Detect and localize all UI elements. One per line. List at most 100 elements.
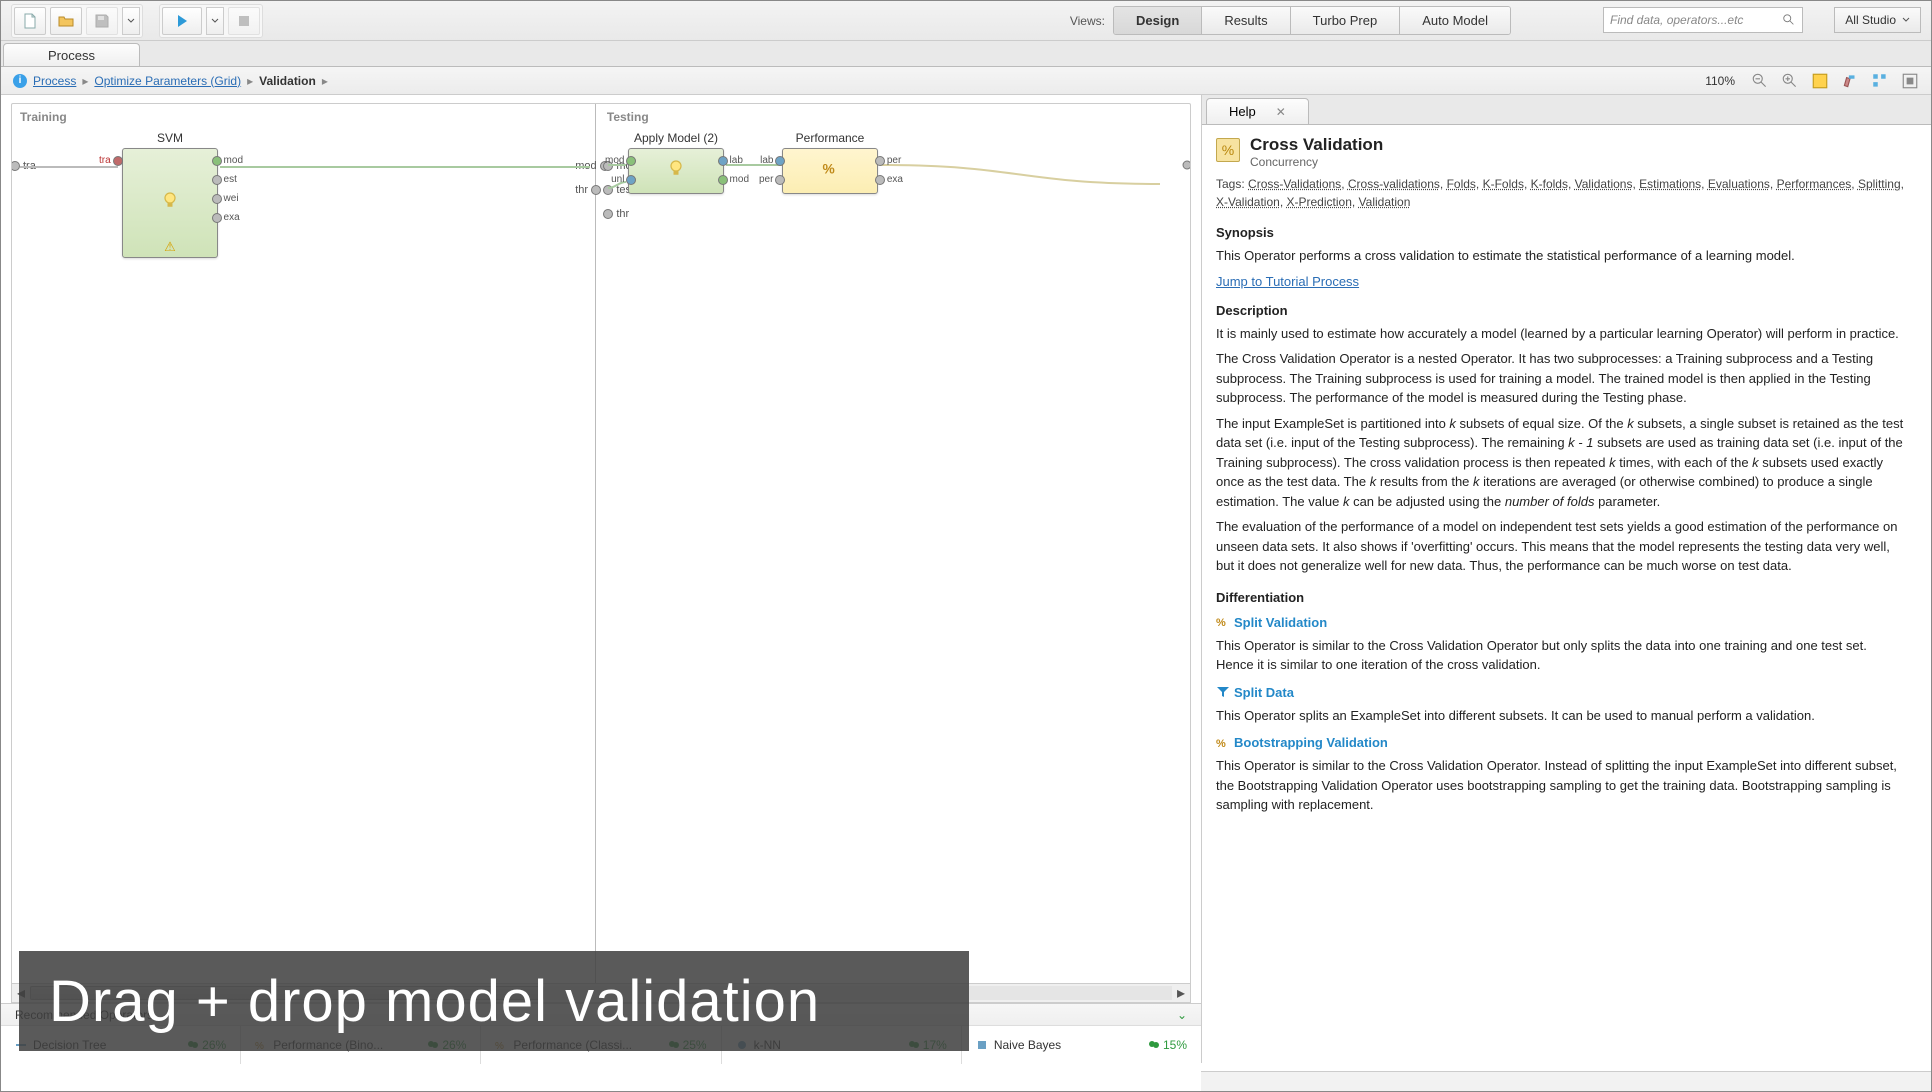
process-port-out[interactable] — [1182, 160, 1191, 173]
caption-overlay: Drag + drop model validation — [19, 951, 969, 1051]
help-tags: Tags: Cross-Validations, Cross-validatio… — [1216, 175, 1907, 211]
diff-text: This Operator is similar to the Cross Va… — [1216, 636, 1907, 675]
chevron-down-icon[interactable]: ⌄ — [1177, 1008, 1187, 1022]
view-tab-automodel[interactable]: Auto Model — [1400, 7, 1510, 34]
percent-icon: % — [820, 159, 840, 184]
tag-link[interactable]: X-Validation — [1216, 195, 1280, 209]
zoom-out-icon[interactable] — [1751, 72, 1769, 90]
port-per[interactable]: per — [759, 174, 785, 185]
view-tab-results[interactable]: Results — [1202, 7, 1290, 34]
panel-tab-process[interactable]: Process — [3, 43, 140, 66]
port-tra[interactable]: tra — [99, 155, 123, 166]
operator-title: Apply Model (2) — [634, 131, 718, 145]
tag-link[interactable]: Estimations — [1639, 177, 1701, 191]
synopsis-text: This Operator performs a cross validatio… — [1216, 246, 1907, 266]
tag-link[interactable]: K-Folds — [1483, 177, 1524, 191]
run-dropdown[interactable] — [206, 7, 224, 35]
split-validation-link[interactable]: %Split Validation — [1216, 615, 1907, 630]
svg-text:%: % — [1216, 617, 1226, 629]
bulb-icon — [666, 159, 686, 184]
port-est[interactable]: est — [212, 174, 237, 185]
fit-icon[interactable] — [1901, 72, 1919, 90]
process-port-thr-in[interactable]: thr — [603, 208, 629, 220]
note-icon[interactable] — [1811, 72, 1829, 90]
tag-link[interactable]: X-Prediction — [1287, 195, 1352, 209]
port-wei[interactable]: wei — [212, 193, 239, 204]
port-mod[interactable]: mod — [718, 174, 749, 185]
port-exa[interactable]: exa — [212, 212, 240, 223]
tag-link[interactable]: Validations — [1575, 177, 1633, 191]
run-button[interactable] — [162, 7, 202, 35]
auto-arrange-icon[interactable] — [1871, 72, 1889, 90]
tag-link[interactable]: Validation — [1359, 195, 1411, 209]
tag-link[interactable]: Evaluations — [1708, 177, 1770, 191]
svg-text:%: % — [823, 162, 835, 177]
port-mod[interactable]: mod — [212, 155, 243, 166]
description-heading: Description — [1216, 303, 1907, 318]
scroll-right-icon[interactable]: ▸ — [1172, 984, 1190, 1002]
stop-button[interactable] — [228, 7, 260, 35]
warning-icon[interactable]: ⚠ — [164, 239, 176, 255]
tag-link[interactable]: K-folds — [1531, 177, 1568, 191]
split-data-link[interactable]: Split Data — [1216, 685, 1907, 700]
help-subtitle: Concurrency — [1250, 155, 1383, 169]
subprocess-divider — [595, 104, 596, 1054]
port-per[interactable]: per — [875, 155, 901, 166]
view-tab-design[interactable]: Design — [1114, 7, 1202, 34]
description-text: The input ExampleSet is partitioned into… — [1216, 414, 1907, 512]
tree-icon — [976, 1039, 988, 1051]
caption-text: Drag + drop model validation — [49, 968, 820, 1035]
save-button[interactable] — [86, 7, 118, 35]
tag-link[interactable]: Cross-Validations — [1248, 177, 1341, 191]
new-button[interactable] — [14, 7, 46, 35]
view-tab-turbo[interactable]: Turbo Prep — [1291, 7, 1401, 34]
description-text: The evaluation of the performance of a m… — [1216, 517, 1907, 576]
bootstrapping-validation-link[interactable]: %Bootstrapping Validation — [1216, 735, 1907, 750]
panel-tab-help[interactable]: Help ✕ — [1206, 98, 1309, 124]
views-label: Views: — [1070, 14, 1105, 28]
port-exa[interactable]: exa — [875, 174, 903, 185]
tag-link[interactable]: Splitting — [1858, 177, 1901, 191]
operator-performance[interactable]: Performance lab per per exa % — [782, 148, 878, 194]
subprocess-training-label: Training — [20, 110, 67, 124]
tag-link[interactable]: Cross-validations — [1348, 177, 1440, 191]
search-placeholder: Find data, operators...etc — [1610, 13, 1743, 27]
process-port-tra[interactable]: tra — [11, 160, 36, 172]
users-icon — [1148, 1040, 1160, 1050]
studio-dropdown[interactable]: All Studio — [1834, 7, 1921, 33]
cleanup-icon[interactable] — [1841, 72, 1859, 90]
port-mod[interactable]: mod — [605, 155, 636, 166]
breadcrumb-sep: ▸ — [247, 74, 253, 88]
diff-text: This Operator is similar to the Cross Va… — [1216, 756, 1907, 815]
diff-text: This Operator splits an ExampleSet into … — [1216, 706, 1907, 726]
save-dropdown[interactable] — [122, 7, 140, 35]
synopsis-heading: Synopsis — [1216, 225, 1907, 240]
differentiation-heading: Differentiation — [1216, 590, 1907, 605]
breadcrumb-optimize[interactable]: Optimize Parameters (Grid) — [94, 74, 241, 88]
operator-svm[interactable]: SVM tra mod est wei exa ⚠ — [122, 148, 218, 258]
help-content: % Cross Validation Concurrency Tags: Cro… — [1202, 125, 1931, 1063]
close-icon[interactable]: ✕ — [1276, 105, 1286, 119]
breadcrumb-sep: ▸ — [322, 74, 328, 88]
process-port-thr-out[interactable]: thr — [575, 184, 601, 196]
jump-tutorial-link[interactable]: Jump to Tutorial Process — [1216, 274, 1359, 289]
operator-title: Performance — [796, 131, 865, 145]
open-button[interactable] — [50, 7, 82, 35]
info-icon: i — [13, 74, 27, 88]
port-lab[interactable]: lab — [760, 155, 785, 166]
port-lab[interactable]: lab — [718, 155, 743, 166]
footer-status — [1201, 1071, 1931, 1091]
zoom-in-icon[interactable] — [1781, 72, 1799, 90]
operator-apply-model[interactable]: Apply Model (2) mod unl lab mod — [628, 148, 724, 194]
search-icon — [1782, 13, 1796, 27]
recommended-item[interactable]: Naive Bayes15% — [962, 1026, 1201, 1064]
global-search[interactable]: Find data, operators...etc — [1603, 7, 1803, 33]
tag-link[interactable]: Folds — [1447, 177, 1476, 191]
breadcrumb-process[interactable]: Process — [33, 74, 76, 88]
chevron-down-icon — [1902, 16, 1910, 24]
process-canvas[interactable]: Training Testing tra mod thr mod tes thr… — [11, 103, 1191, 1055]
bulb-icon — [160, 191, 180, 216]
tag-link[interactable]: Performances — [1777, 177, 1852, 191]
port-unl[interactable]: unl — [611, 174, 636, 185]
percent-icon: % — [1216, 736, 1230, 750]
